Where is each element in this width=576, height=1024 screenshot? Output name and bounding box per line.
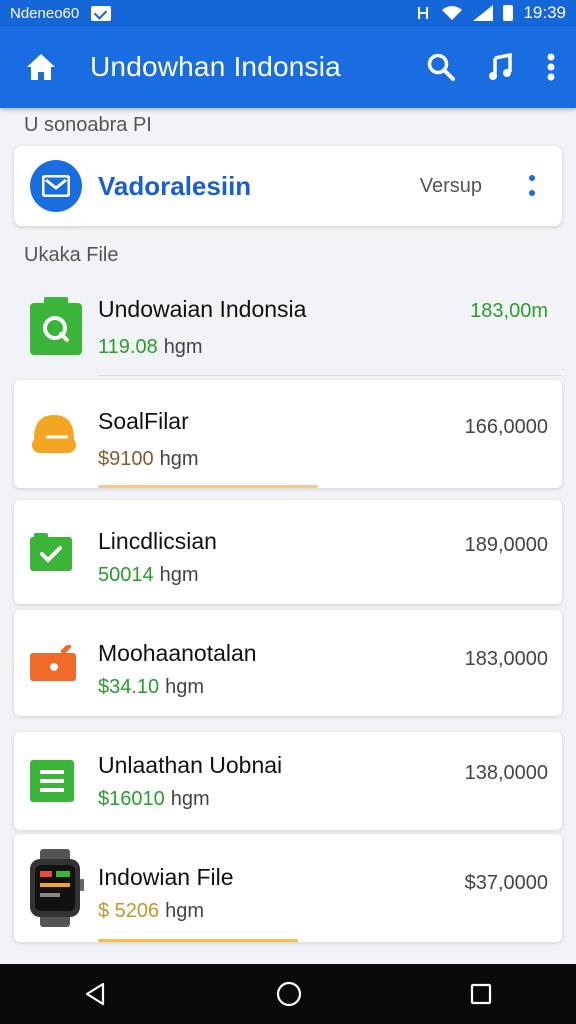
green-check-icon: [30, 533, 72, 571]
item-sub: 50014 hgm: [98, 564, 199, 587]
item-progress: [98, 939, 298, 942]
item-amount: 183,0000: [464, 648, 548, 670]
wifi-icon: [442, 6, 463, 20]
item-sub: $ 5206 hgm: [98, 900, 204, 923]
item-unit: hgm: [165, 900, 205, 922]
item-unit: hgm: [159, 564, 199, 586]
list-item[interactable]: Moohaanotalan $34.10 hgm 183,0000: [14, 610, 562, 716]
app-bar-actions: [426, 52, 556, 82]
clock: 19:39: [523, 3, 566, 22]
carrier-label: Ndeneo60: [10, 4, 80, 22]
item-name: Undowaian Indonsia: [98, 296, 307, 322]
mail-notification-icon: [91, 5, 112, 21]
item-price: 50014: [98, 564, 154, 586]
item-price: $34.10: [98, 676, 160, 698]
item-name: Unlaathan Uobnai: [98, 752, 283, 778]
item-name: Lincdlicsian: [98, 528, 217, 554]
item-sub: 119.08 hgm: [98, 336, 203, 359]
item-sub: $34.10 hgm: [98, 676, 204, 699]
more-vert-icon[interactable]: [546, 52, 556, 82]
vendor-more-icon[interactable]: [528, 174, 536, 200]
item-unit: hgm: [170, 788, 210, 810]
home-icon[interactable]: [24, 50, 58, 84]
item-unit: hgm: [165, 676, 205, 698]
item-unit: hgm: [159, 448, 199, 470]
mail-icon: [30, 160, 82, 212]
item-sub: $16010 hgm: [98, 788, 210, 811]
music-note-icon[interactable]: [486, 52, 516, 82]
list-item[interactable]: Unlaathan Uobnai $16010 hgm 138,0000: [14, 732, 562, 830]
item-unit: hgm: [163, 336, 203, 358]
vibrate-icon: [418, 7, 429, 19]
item-price: $9100: [98, 448, 154, 470]
item-name: Indowian File: [98, 864, 234, 890]
item-amount: 166,0000: [464, 416, 548, 438]
system-nav-bar: [0, 964, 576, 1024]
item-price: $16010: [98, 788, 165, 810]
vendor-card[interactable]: Vadoralesiin Versup: [14, 146, 562, 226]
orange-tag-icon: [30, 645, 76, 681]
home-circle-icon[interactable]: [275, 980, 303, 1008]
app-title: Undowhan Indonsia: [90, 51, 341, 82]
item-amount: 138,0000: [464, 762, 548, 784]
status-icons: 19:39: [415, 3, 566, 23]
status-bar: Ndeneo60 19:39: [0, 0, 576, 26]
item-amount: 183,00m: [470, 300, 548, 322]
list-item[interactable]: Lincdlicsian 50014 hgm 189,0000: [14, 500, 562, 604]
vendor-meta: Versup: [419, 174, 482, 197]
item-divider: [98, 375, 562, 376]
app-bar: Undowhan Indonsia: [0, 26, 576, 108]
signal-icon: [473, 5, 494, 21]
item-amount: $37,0000: [464, 872, 548, 894]
list-item[interactable]: Undowaian Indonsia 119.08 hgm 183,00m: [14, 276, 562, 376]
item-amount: 189,0000: [464, 534, 548, 556]
item-price: 119.08: [98, 336, 158, 358]
item-name: SoalFilar: [98, 408, 189, 434]
green-doc-icon: [30, 760, 74, 802]
list-item[interactable]: SoalFilar $9100 hgm 166,0000: [14, 380, 562, 488]
back-icon[interactable]: [83, 981, 109, 1007]
smartwatch-icon: [30, 849, 84, 927]
item-name: Moohaanotalan: [98, 640, 257, 666]
section-files-label: Ukaka File: [24, 244, 119, 266]
vendor-name: Vadoralesiin: [98, 170, 252, 201]
battery-icon: [503, 5, 514, 21]
item-progress: [98, 485, 318, 488]
list-item[interactable]: Indowian File $ 5206 hgm $37,0000: [14, 834, 562, 942]
orange-helmet-icon: [32, 415, 76, 453]
section-top-label: U sonoabra PI: [24, 114, 152, 136]
item-sub: $9100 hgm: [98, 448, 199, 471]
item-price: $ 5206: [98, 900, 160, 922]
green-bag-icon: [30, 297, 82, 355]
search-icon[interactable]: [426, 52, 456, 82]
recents-icon[interactable]: [469, 982, 493, 1006]
